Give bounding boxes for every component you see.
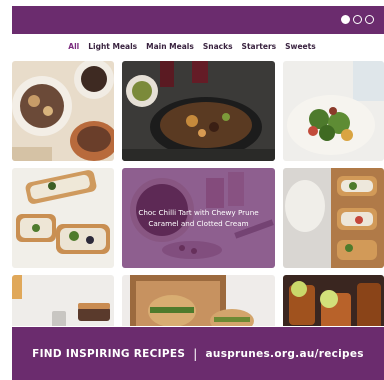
carousel-dots — [341, 15, 374, 24]
recipe-photo-bowls — [12, 61, 114, 161]
recipe-hover-overlay[interactable]: Choc Chilli Tart with Chewy Prune Carame… — [122, 168, 275, 268]
recipe-photo-drinks — [283, 275, 384, 326]
recipes-cta-banner[interactable]: FIND INSPIRING RECIPES | ausprunes.org.a… — [12, 327, 384, 380]
recipe-tile-8[interactable] — [122, 275, 275, 326]
top-banner — [12, 6, 384, 34]
tab-snacks[interactable]: Snacks — [203, 42, 233, 51]
recipe-photo-toasts-board — [283, 168, 384, 268]
recipe-photo-slice — [12, 275, 114, 326]
tab-all[interactable]: All — [68, 42, 79, 51]
banner-headline: FIND INSPIRING RECIPES — [32, 347, 186, 360]
banner-url-link[interactable]: ausprunes.org.au/recipes — [206, 348, 364, 360]
recipe-photo-bruschetta — [12, 168, 114, 268]
recipe-photo-pan — [122, 61, 275, 161]
recipe-photo-crate-sandwich — [122, 275, 275, 326]
recipe-tile-6[interactable] — [283, 168, 384, 268]
recipe-tile-7[interactable] — [12, 275, 114, 326]
tab-starters[interactable]: Starters — [242, 42, 277, 51]
recipe-tile-4[interactable] — [12, 168, 114, 268]
carousel-dot-3[interactable] — [365, 15, 374, 24]
recipe-tile-3[interactable] — [283, 61, 384, 161]
carousel-dot-1[interactable] — [341, 15, 350, 24]
carousel-dot-2[interactable] — [353, 15, 362, 24]
tab-light-meals[interactable]: Light Meals — [88, 42, 137, 51]
recipe-grid: Choc Chilli Tart with Chewy Prune Carame… — [12, 61, 384, 326]
banner-separator: | — [193, 346, 198, 361]
recipe-tile-9[interactable] — [283, 275, 384, 326]
recipe-hover-title: Choc Chilli Tart with Chewy Prune Carame… — [138, 208, 259, 228]
recipe-tile-5-hover[interactable]: Choc Chilli Tart with Chewy Prune Carame… — [122, 168, 275, 268]
tab-main-meals[interactable]: Main Meals — [146, 42, 194, 51]
tab-sweets[interactable]: Sweets — [285, 42, 316, 51]
recipe-tile-1[interactable] — [12, 61, 114, 161]
recipe-tile-2[interactable] — [122, 61, 275, 161]
recipe-photo-salad — [283, 61, 384, 161]
recipe-category-nav: All Light Meals Main Meals Snacks Starte… — [0, 42, 384, 51]
